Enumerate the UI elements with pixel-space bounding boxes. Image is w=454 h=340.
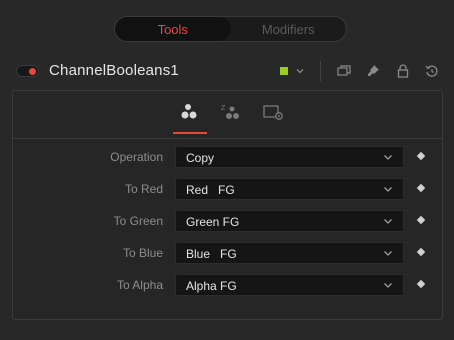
- to-red-dropdown[interactable]: Red FG: [175, 178, 404, 200]
- to-red-row: To Red Red FG: [13, 178, 442, 200]
- to-alpha-label: To Alpha: [116, 278, 163, 292]
- to-green-row: To Green Green FG: [13, 210, 442, 232]
- active-tab-indicator: [173, 132, 207, 134]
- tools-modifiers-switch: Tools Modifiers: [114, 16, 347, 42]
- channels-tab[interactable]: [173, 97, 207, 127]
- to-alpha-dropdown[interactable]: Alpha FG: [175, 274, 404, 296]
- controls-panel: Z Operation Copy To Red Red FG To Green …: [12, 90, 443, 320]
- to-blue-label: To Blue: [122, 246, 163, 260]
- modifiers-tab[interactable]: Modifiers: [231, 17, 347, 41]
- tab-separator: [13, 138, 442, 139]
- to-red-label: To Red: [124, 182, 163, 196]
- tool-enable-toggle[interactable]: [16, 65, 39, 77]
- to-blue-value: Blue FG: [186, 247, 237, 261]
- tools-tab[interactable]: Tools: [115, 17, 231, 41]
- to-blue-row: To Blue Blue FG: [13, 242, 442, 264]
- inspector-panel: Tools Modifiers ChannelBooleans1 Z Opera…: [0, 0, 454, 340]
- keyframe-diamond[interactable]: [416, 215, 426, 225]
- settings-icon: [263, 105, 283, 120]
- z-channels-icon: Z: [221, 105, 239, 119]
- keyframe-diamond[interactable]: [416, 247, 426, 257]
- z-channels-tab[interactable]: Z: [214, 97, 248, 127]
- channels-icon: [181, 104, 197, 119]
- operation-label: Operation: [110, 150, 163, 164]
- keyframe-diamond[interactable]: [416, 183, 426, 193]
- lock-icon[interactable]: [393, 61, 413, 81]
- pin-icon[interactable]: [363, 61, 383, 81]
- chevron-down-icon: [384, 251, 392, 256]
- svg-text:Z: Z: [221, 105, 226, 112]
- to-green-dropdown[interactable]: Green FG: [175, 210, 404, 232]
- tool-color-swatch[interactable]: [280, 67, 288, 75]
- operation-value: Copy: [186, 151, 215, 165]
- window-icon[interactable]: [334, 61, 354, 81]
- toggle-dot: [29, 68, 36, 75]
- chevron-down-icon: [384, 219, 392, 224]
- operation-dropdown[interactable]: Copy: [175, 146, 404, 168]
- reset-icon[interactable]: [422, 61, 442, 81]
- keyframe-diamond[interactable]: [416, 279, 426, 289]
- to-green-label: To Green: [113, 214, 163, 228]
- control-tabbar: Z: [13, 91, 442, 135]
- operation-row: Operation Copy: [13, 146, 442, 168]
- to-alpha-value: Alpha FG: [186, 279, 237, 293]
- to-red-value: Red FG: [186, 183, 235, 197]
- chevron-down-icon: [384, 187, 392, 192]
- to-blue-dropdown[interactable]: Blue FG: [175, 242, 404, 264]
- to-alpha-row: To Alpha Alpha FG: [13, 274, 442, 296]
- chevron-down-icon: [384, 155, 392, 160]
- to-green-value: Green FG: [186, 215, 240, 229]
- header-divider: [320, 61, 321, 81]
- chevron-down-icon: [384, 283, 392, 288]
- color-dropdown-icon[interactable]: [294, 63, 306, 79]
- keyframe-diamond[interactable]: [416, 151, 426, 161]
- settings-tab[interactable]: [257, 97, 291, 127]
- tool-name: ChannelBooleans1: [49, 62, 179, 79]
